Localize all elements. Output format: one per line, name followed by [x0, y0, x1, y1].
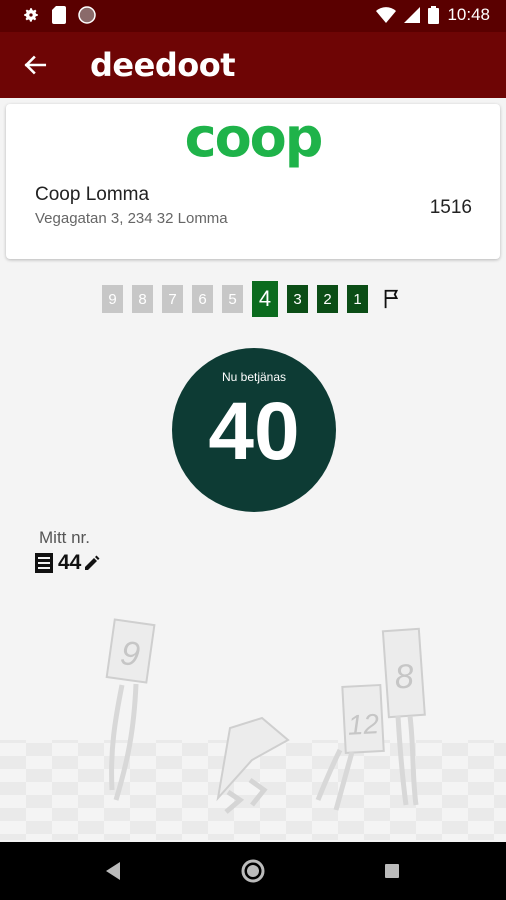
status-right-icons: 10:48: [376, 5, 490, 25]
queue-step: 3: [287, 285, 308, 313]
flag-icon: [384, 289, 399, 309]
now-serving-caption: Nu betjänas: [221, 370, 287, 384]
illustration-card-label: 12: [347, 708, 380, 741]
queue-step: 6: [192, 285, 213, 313]
my-ticket-number: 44: [58, 551, 82, 574]
illustration-card: 12: [341, 683, 385, 754]
home-circle-icon[interactable]: [239, 857, 267, 885]
store-name: Coop Lomma: [35, 184, 150, 205]
status-time: 10:48: [447, 5, 490, 24]
illustration-card-label: 8: [393, 657, 415, 696]
now-serving-number: 40: [208, 386, 300, 477]
illustration-card: 8: [381, 627, 426, 719]
app-bar: deedoot: [0, 32, 506, 98]
app-title: deedoot: [90, 46, 235, 84]
queue-progress: 9 8 7 6 5 4 3 2 1: [102, 281, 403, 317]
ticket-icon: [35, 553, 53, 573]
store-card[interactable]: coop Coop Lomma Vegagatan 3, 234 32 Lomm…: [6, 104, 500, 259]
queue-illustration: 9 12 8: [0, 618, 506, 840]
signal-icon: [404, 7, 421, 23]
back-triangle-icon[interactable]: [100, 857, 128, 885]
sd-card-icon: [52, 6, 66, 24]
status-left-icons: [22, 6, 96, 24]
battery-icon: [428, 6, 440, 24]
store-logo: coop: [184, 106, 324, 169]
navigation-bar: [0, 842, 506, 900]
queue-step: 2: [317, 285, 338, 313]
store-address: Vegagatan 3, 234 32 Lomma: [35, 210, 228, 227]
my-ticket[interactable]: 44: [33, 551, 100, 575]
store-id: 1516: [429, 197, 472, 218]
queue-step: 8: [132, 285, 153, 313]
wifi-icon: [376, 7, 397, 23]
my-number-label: Mitt nr.: [39, 528, 91, 547]
illustration-card: 9: [105, 618, 156, 684]
pencil-icon[interactable]: [84, 555, 100, 571]
queue-step-current: 4: [252, 281, 278, 317]
arrow-left-icon[interactable]: [22, 52, 48, 78]
circle-icon: [78, 6, 96, 24]
recents-square-icon[interactable]: [378, 857, 406, 885]
queue-step: 9: [102, 285, 123, 313]
queue-step: 5: [222, 285, 243, 313]
gear-icon: [24, 8, 38, 22]
queue-step: 7: [162, 285, 183, 313]
status-bar: 10:48: [0, 0, 506, 32]
now-serving-circle: Nu betjänas 40: [172, 348, 336, 512]
queue-step: 1: [347, 285, 368, 313]
